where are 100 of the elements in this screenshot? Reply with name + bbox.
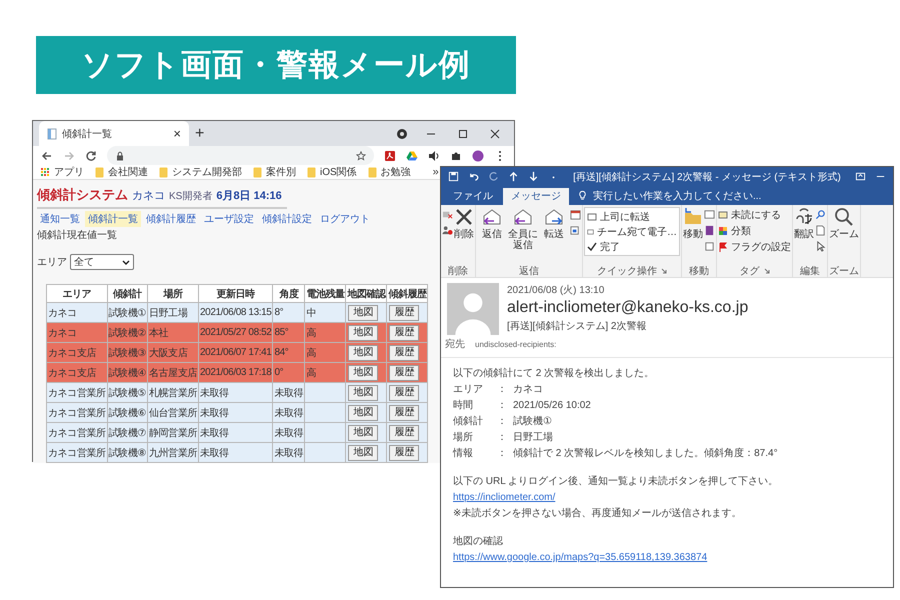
app-title: 傾斜計システム — [37, 186, 128, 204]
nav-link[interactable]: ユーザ設定 — [201, 211, 257, 227]
reply-button[interactable]: 返信 — [477, 207, 507, 240]
map-button[interactable]: 地図 — [348, 444, 378, 460]
bookmark[interactable]: アプリ — [41, 165, 84, 179]
ribbon-tab[interactable]: メッセージ — [503, 188, 569, 205]
group-label: 削除 — [448, 264, 468, 278]
pdf-icon[interactable] — [384, 150, 396, 162]
nav-link[interactable]: ログアウト — [317, 211, 373, 227]
zoom-button[interactable]: ズーム — [829, 207, 859, 240]
speaker-icon[interactable] — [428, 150, 440, 162]
drive-icon[interactable] — [406, 150, 418, 162]
map-link[interactable]: https://www.google.co.jp/maps?q=35.659118,139.363874 — [453, 552, 708, 563]
record-icon[interactable] — [396, 128, 408, 140]
apps-grid-icon — [41, 166, 50, 178]
more-actions-icon[interactable] — [570, 225, 581, 236]
junk-icon[interactable] — [442, 225, 453, 236]
redo-icon[interactable] — [488, 171, 499, 182]
back-icon[interactable] — [41, 150, 53, 162]
history-button[interactable]: 履歴 — [389, 364, 420, 380]
body-text: 地図の確認 — [453, 536, 504, 548]
note-icon[interactable] — [704, 225, 715, 236]
map-button[interactable]: 地図 — [348, 384, 378, 400]
up-arrow-icon[interactable] — [508, 171, 519, 182]
address-field[interactable] — [107, 146, 374, 165]
color-grid-icon — [718, 226, 728, 236]
new-tab-button[interactable]: + — [195, 124, 204, 142]
bookmark[interactable]: お勉強 — [368, 165, 411, 179]
page-icon — [47, 128, 57, 140]
table-cell: 試験機⑥ — [107, 402, 148, 422]
dialog-launcher-icon[interactable] — [764, 268, 770, 274]
history-button[interactable]: 履歴 — [389, 324, 420, 340]
group-label: ズーム — [829, 264, 859, 278]
quick-step[interactable]: 完了 — [587, 239, 677, 254]
folder-icon — [95, 166, 104, 178]
calendar-icon[interactable] — [570, 209, 581, 220]
table-cell: カネコ営業所 — [46, 442, 108, 462]
more-bookmarks-button[interactable]: » — [432, 166, 439, 178]
rules-icon[interactable] — [704, 209, 715, 220]
move-button[interactable]: 移動 — [683, 207, 703, 240]
sent-date: 2021/06/08 (火) 13:10 — [507, 284, 606, 297]
tag-command[interactable]: フラグの設定 — [718, 239, 791, 254]
tell-me-field[interactable]: 実行したい作業を入力してください... — [593, 188, 762, 202]
field-separator: ： — [497, 384, 508, 396]
ribbon-display-icon[interactable] — [855, 171, 866, 182]
tag-command[interactable]: 分類 — [718, 223, 791, 238]
login-link[interactable]: https://incliometer.com/ — [453, 492, 556, 503]
tab-close-button[interactable]: × — [173, 126, 181, 141]
history-button[interactable]: 履歴 — [389, 424, 420, 440]
undo-icon[interactable] — [468, 171, 479, 182]
search-icon[interactable] — [815, 209, 826, 220]
save-icon[interactable] — [448, 171, 459, 182]
translate-button[interactable]: 翻訳 — [794, 207, 814, 240]
map-button[interactable]: 地図 — [348, 304, 378, 320]
table-cell: カネコ — [46, 302, 108, 322]
bookmark[interactable]: iOS関係 — [307, 165, 357, 179]
nav-link[interactable]: 傾斜計一覧 — [85, 211, 141, 227]
nav-link[interactable]: 傾斜計履歴 — [143, 211, 199, 227]
history-button[interactable]: 履歴 — [389, 304, 420, 320]
table-cell: 85° — [272, 322, 305, 342]
close-icon[interactable] — [489, 128, 501, 140]
bookmark[interactable]: 会社関連 — [95, 165, 148, 179]
quick-step[interactable]: チーム宛て電子… — [587, 224, 677, 239]
reload-icon[interactable] — [85, 150, 97, 162]
map-button[interactable]: 地図 — [348, 344, 378, 360]
history-button[interactable]: 履歴 — [389, 344, 420, 360]
map-button[interactable]: 地図 — [348, 404, 378, 420]
ribbon-tab[interactable]: ファイル — [445, 188, 501, 205]
table-cell: 高 — [304, 342, 346, 362]
map-button[interactable]: 地図 — [348, 424, 378, 440]
down-arrow-icon[interactable] — [528, 171, 539, 182]
history-button[interactable]: 履歴 — [389, 384, 420, 400]
history-button[interactable]: 履歴 — [389, 444, 420, 460]
star-icon[interactable] — [356, 150, 366, 160]
nav-link[interactable]: 傾斜計設定 — [259, 211, 315, 227]
maximize-icon[interactable] — [457, 128, 469, 140]
quick-step[interactable]: 上司に転送 — [587, 209, 677, 224]
bookmark[interactable]: 案件別 — [253, 165, 296, 179]
nav-link[interactable]: 通知一覧 — [37, 211, 83, 227]
history-button[interactable]: 履歴 — [389, 404, 420, 420]
browser-tab[interactable]: 傾斜計一覧 × — [39, 121, 189, 146]
map-button[interactable]: 地図 — [348, 324, 378, 340]
bookmark[interactable]: システム開発部 — [159, 165, 242, 179]
group-label: タグ — [740, 264, 760, 278]
ignore-icon[interactable] — [442, 209, 453, 220]
dialog-launcher-icon[interactable] — [661, 268, 667, 274]
forward-button[interactable]: 転送 — [539, 207, 569, 240]
actions-icon[interactable] — [704, 241, 715, 252]
area-dropdown[interactable]: 全て — [70, 254, 134, 270]
avatar-icon[interactable] — [472, 150, 484, 162]
tag-command[interactable]: 未読にする — [718, 207, 791, 222]
document-icon[interactable] — [815, 225, 826, 236]
table-cell: 試験機③ — [107, 342, 148, 362]
company-name: カネコ — [132, 189, 165, 203]
window-title: [再送][傾斜計システム] 2次警報 - メッセージ (テキスト形式) — [572, 170, 842, 184]
lock-icon — [115, 150, 125, 160]
delete-button[interactable]: 削除 — [454, 207, 474, 240]
map-button[interactable]: 地図 — [348, 364, 378, 380]
reply-all-button[interactable]: 全員に返信 — [508, 207, 538, 251]
cursor-icon[interactable] — [815, 241, 826, 252]
